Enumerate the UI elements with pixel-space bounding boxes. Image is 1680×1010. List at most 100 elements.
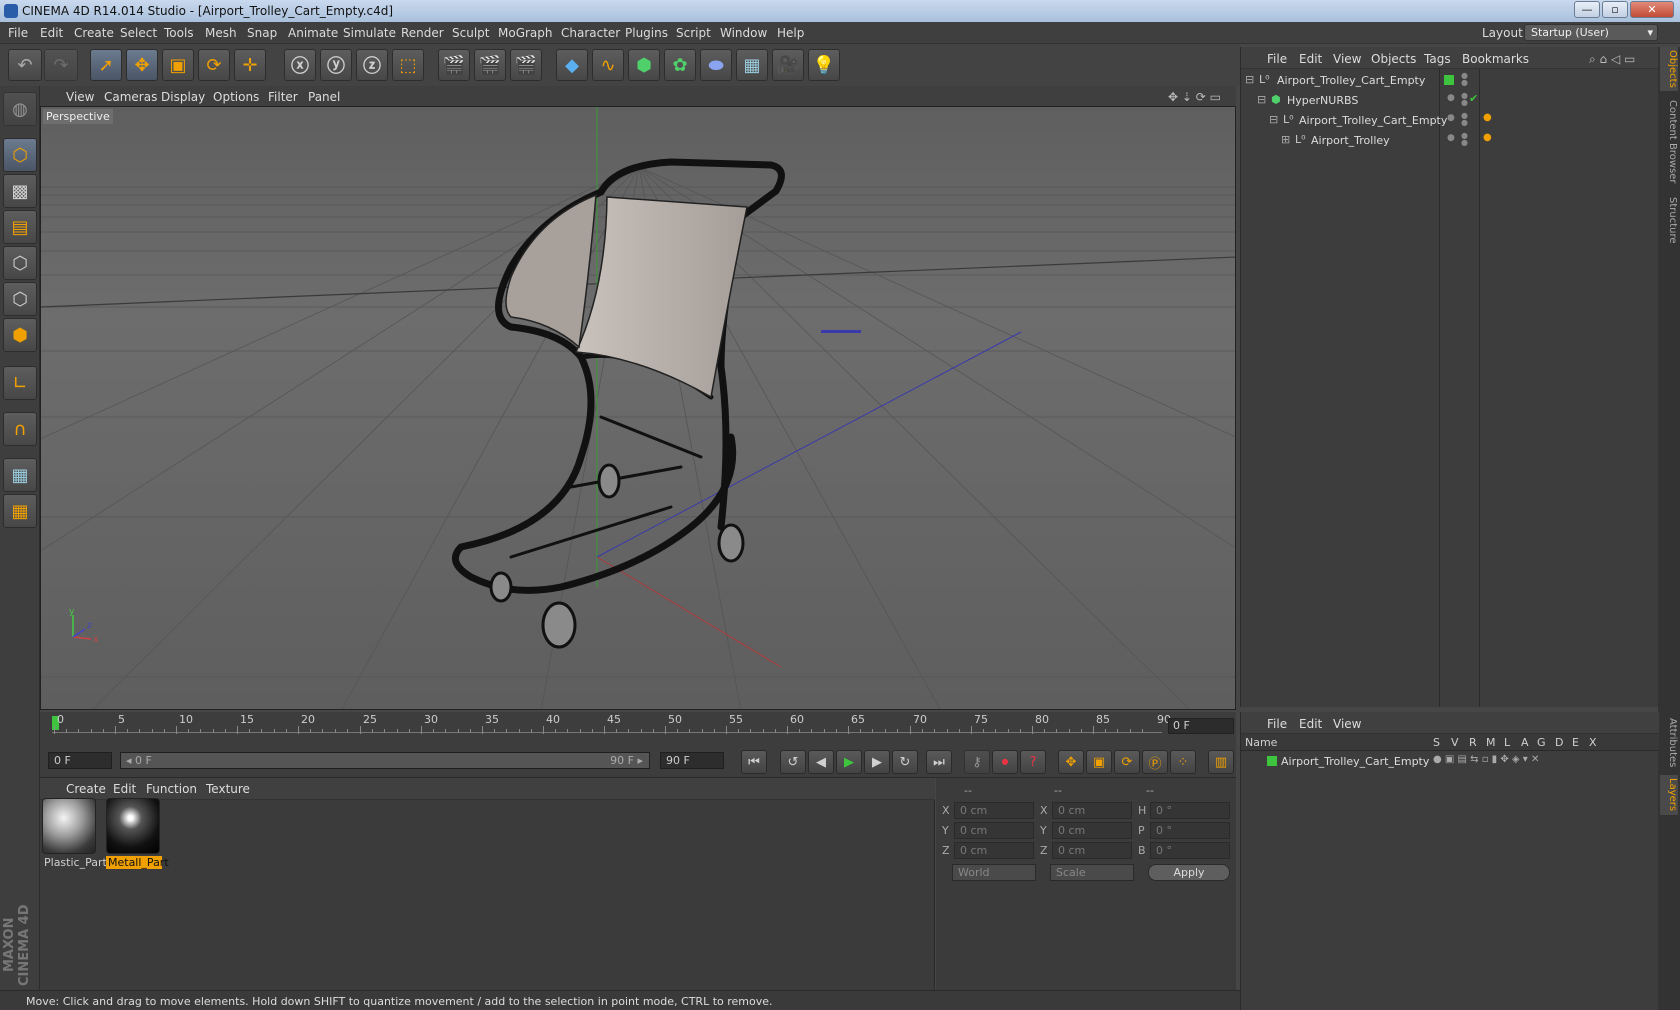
tab-attributes[interactable]: Attributes	[1660, 715, 1678, 771]
close-button[interactable]: ✕	[1630, 1, 1674, 18]
object-row[interactable]: ⊞ L⁰ Airport_Trolley ● ● ● ●	[1241, 131, 1659, 151]
col-xref[interactable]: X	[1589, 736, 1597, 749]
menu-snap[interactable]: Snap	[247, 26, 277, 40]
menu-sculpt[interactable]: Sculpt	[452, 26, 489, 40]
col-expressions[interactable]: E	[1572, 736, 1579, 749]
size-z-field[interactable]: 0 cm	[1052, 842, 1132, 859]
object-row[interactable]: ⊟ L⁰ Airport_Trolley_Cart_Empty ● ●	[1241, 71, 1659, 91]
menu-mesh[interactable]: Mesh	[205, 26, 237, 40]
recent-tool-button[interactable]: ✛	[234, 49, 266, 81]
object-row[interactable]: ⊟ L⁰ Airport_Trolley_Cart_Empty ● ● ● ●	[1241, 111, 1659, 131]
current-frame-field[interactable]: 0 F	[1168, 718, 1234, 734]
visibility-dots[interactable]: ● ●	[1461, 92, 1468, 107]
previous-key-button[interactable]: ↺	[780, 750, 806, 774]
visibility-dots[interactable]: ● ●	[1461, 72, 1468, 87]
viewport-menu-options[interactable]: Options	[213, 90, 259, 104]
go-to-end-button[interactable]: ⏭	[926, 750, 952, 774]
object-menu-edit[interactable]: Edit	[1299, 52, 1322, 66]
material-menu-edit[interactable]: Edit	[113, 782, 136, 796]
menu-simulate[interactable]: Simulate	[343, 26, 396, 40]
menu-render[interactable]: Render	[401, 26, 444, 40]
key-pla-button[interactable]: ⁘	[1170, 750, 1196, 774]
rotate-tool-button[interactable]: ⟳	[198, 49, 230, 81]
key-parameter-button[interactable]: Ⓟ	[1142, 750, 1168, 774]
visibility-dots[interactable]: ● ●	[1461, 132, 1468, 147]
texture-mode-button[interactable]: ▩	[3, 174, 37, 208]
object-search-home-icons[interactable]: ⌕ ⌂ ◁ ▭	[1589, 52, 1635, 67]
key-rotation-button[interactable]: ⟳	[1114, 750, 1140, 774]
pos-x-field[interactable]: 0 cm	[954, 802, 1034, 819]
live-selection-button[interactable]: ➚	[90, 49, 122, 81]
scene-floor-button[interactable]: ▦	[736, 49, 768, 81]
col-view[interactable]: V	[1451, 736, 1459, 749]
polygons-mode-button[interactable]: ⬢	[3, 318, 37, 352]
col-solo[interactable]: S	[1433, 736, 1440, 749]
model-mode-button[interactable]: ⬡	[3, 138, 37, 172]
coordinate-mode-dropdown[interactable]: Scale	[1050, 864, 1134, 881]
object-menu-bookmarks[interactable]: Bookmarks	[1462, 52, 1529, 66]
deformer-button[interactable]: ⬬	[700, 49, 732, 81]
timeline-ruler[interactable]: 0 5 10 15 20 25 30 35 40 45 50 55 60 65 70 75 80 85 90 0 F	[40, 712, 1236, 744]
menu-create[interactable]: Create	[74, 26, 114, 40]
col-render[interactable]: R	[1469, 736, 1477, 749]
next-key-button[interactable]: ↻	[892, 750, 918, 774]
points-mode-button[interactable]: ⬡	[3, 246, 37, 280]
y-axis-lock-button[interactable]: ⓨ	[320, 49, 352, 81]
make-editable-button[interactable]: ◍	[3, 92, 37, 126]
workplane-mode-button[interactable]: ▤	[3, 210, 37, 244]
end-frame-field[interactable]: 90 F	[660, 752, 724, 769]
material-tag-icon[interactable]: ●	[1483, 132, 1492, 143]
timeline-window-button[interactable]: ▥	[1208, 750, 1234, 774]
camera-button[interactable]: 🎥	[772, 49, 804, 81]
edges-mode-button[interactable]: ⬡	[3, 282, 37, 316]
rot-b-field[interactable]: 0 °	[1150, 842, 1230, 859]
object-menu-file[interactable]: File	[1267, 52, 1287, 66]
viewport-nav-icons[interactable]: ✥ ⇣ ⟳ ▭	[1168, 90, 1221, 104]
material-tag-icon[interactable]: ●	[1483, 112, 1492, 123]
col-manager[interactable]: M	[1486, 736, 1496, 749]
menu-script[interactable]: Script	[676, 26, 711, 40]
editor-visibility-dot[interactable]: ●	[1447, 133, 1455, 143]
apply-button[interactable]: Apply	[1148, 864, 1230, 881]
menu-animate[interactable]: Animate	[288, 26, 338, 40]
undo-button[interactable]: ↶	[8, 49, 42, 81]
menu-character[interactable]: Character	[561, 26, 620, 40]
tab-layers[interactable]: Layers	[1660, 775, 1678, 815]
scale-tool-button[interactable]: ▣	[162, 49, 194, 81]
nurbs-button[interactable]: ⬢	[628, 49, 660, 81]
tab-content-browser[interactable]: Content Browser	[1660, 97, 1678, 187]
redo-button[interactable]: ↷	[44, 49, 78, 81]
workplane-rotate-button[interactable]: ▦	[3, 494, 37, 528]
menu-help[interactable]: Help	[777, 26, 804, 40]
start-frame-field[interactable]: 0 F	[48, 752, 112, 769]
material-menu-create[interactable]: Create	[66, 782, 106, 796]
menu-file[interactable]: File	[8, 26, 28, 40]
layer-menu-view[interactable]: View	[1333, 717, 1361, 731]
light-button[interactable]: 💡	[808, 49, 840, 81]
coordinate-space-dropdown[interactable]: World	[952, 864, 1036, 881]
render-settings-button[interactable]: 🎬	[510, 49, 542, 81]
play-button[interactable]: ▶	[836, 750, 862, 774]
layer-toggle-icons[interactable]: ● ▣ ▤ ⇆ ▫ ▮ ✥ ◈ ▾ ✕	[1433, 754, 1539, 765]
perspective-viewport[interactable]: Perspective y x z	[40, 106, 1236, 710]
expand-icon[interactable]: ⊟	[1257, 93, 1266, 106]
col-animation[interactable]: A	[1521, 736, 1529, 749]
next-frame-button[interactable]: ▶	[864, 750, 890, 774]
col-deformers[interactable]: D	[1555, 736, 1563, 749]
menu-edit[interactable]: Edit	[40, 26, 63, 40]
expand-icon[interactable]: ⊟	[1245, 73, 1254, 86]
tab-structure[interactable]: Structure	[1660, 193, 1678, 247]
menu-plugins[interactable]: Plugins	[625, 26, 668, 40]
layer-color-swatch[interactable]	[1267, 756, 1277, 766]
viewport-menu-display[interactable]: Display	[161, 90, 205, 104]
size-y-field[interactable]: 0 cm	[1052, 822, 1132, 839]
editor-visibility-dot[interactable]: ●	[1447, 93, 1455, 103]
expand-icon[interactable]: ⊞	[1281, 133, 1290, 146]
material-menu-function[interactable]: Function	[146, 782, 197, 796]
layer-menu-file[interactable]: File	[1267, 717, 1287, 731]
axis-mode-button[interactable]: ∟	[3, 366, 37, 400]
size-x-field[interactable]: 0 cm	[1052, 802, 1132, 819]
frame-range-slider[interactable]: ◂ 0 F 90 F ▸	[120, 752, 650, 769]
enabled-check-icon[interactable]: ✔	[1469, 92, 1478, 105]
maximize-button[interactable]: ▫	[1602, 1, 1628, 18]
